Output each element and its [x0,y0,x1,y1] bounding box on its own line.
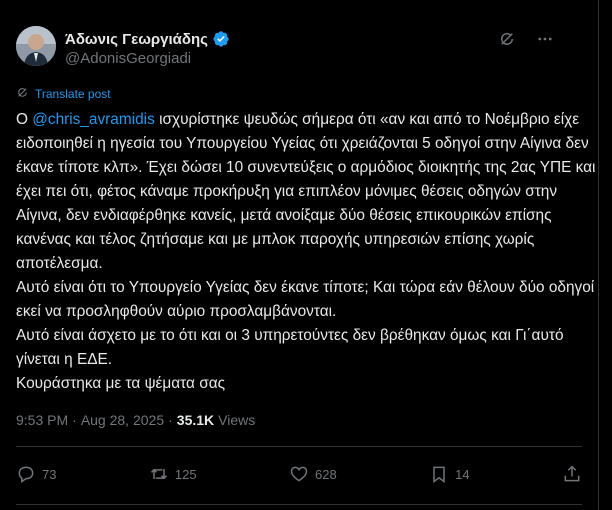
meta-separator: · [168,412,173,428]
share-button[interactable] [562,464,582,484]
avatar[interactable] [16,26,56,66]
verified-badge-icon[interactable] [212,30,230,48]
action-bar: 73 125 628 14 [16,460,582,488]
tweet-paragraph: Αυτό είναι ότι το Υπουργείο Υγείας δεν έ… [16,279,595,320]
repost-count: 125 [174,466,197,482]
tweet-text-segment: Ο [16,111,33,128]
tweet-date[interactable]: Aug 28, 2025 [81,412,164,428]
translate-post-link[interactable]: Translate post [16,86,111,102]
reply-count: 73 [42,466,57,482]
reply-button[interactable]: 73 [16,464,56,484]
tweet-meta: 9:53 PM · Aug 28, 2025 · 35.1K Views [16,412,255,428]
tweet-card: Άδωνις Γεωργιάδης @AdonisGeorgiadi Trans… [0,0,599,510]
tweet-header-actions [498,30,554,48]
bookmark-count: 14 [455,466,470,482]
tweet-text: Ο @chris_avramidis ισχυρίστηκε ψευδώς σή… [16,108,596,396]
reply-icon [18,466,34,483]
divider [16,504,582,505]
views-label: Views [218,412,256,428]
share-icon [564,465,580,482]
author-name-row: Άδωνις Γεωργιάδης [65,30,230,48]
tweet-paragraph: Ο @chris_avramidis ισχυρίστηκε ψευδώς σή… [16,108,596,276]
tweet-text-segment: ισχυρίστηκε ψευδώς σήμερα ότι «αν και απ… [16,111,596,272]
like-button[interactable]: 628 [289,464,337,484]
mention-link[interactable]: @chris_avramidis [32,111,155,128]
grok-icon[interactable] [498,30,516,48]
author-display-name[interactable]: Άδωνις Γεωργιάδης [65,31,208,48]
divider [16,446,582,447]
like-count: 628 [314,466,337,482]
tweet-time[interactable]: 9:53 PM [16,412,68,428]
repost-icon [150,468,167,480]
heart-icon [290,466,308,482]
tweet-paragraph: Κουράστηκα με τα ψέματα σας [16,375,226,392]
tweet-paragraph: Αυτό είναι άσχετο με το ότι και οι 3 υπη… [16,327,564,368]
meta-separator: · [72,412,77,428]
translate-icon [16,86,29,102]
views-count[interactable]: 35.1K [177,412,214,428]
more-options-icon[interactable] [536,30,554,48]
translate-post-label: Translate post [35,87,111,101]
author-handle[interactable]: @AdonisGeorgiadi [65,50,191,67]
repost-button[interactable]: 125 [149,464,197,484]
bookmark-button[interactable]: 14 [429,464,470,484]
bookmark-icon [433,466,445,483]
